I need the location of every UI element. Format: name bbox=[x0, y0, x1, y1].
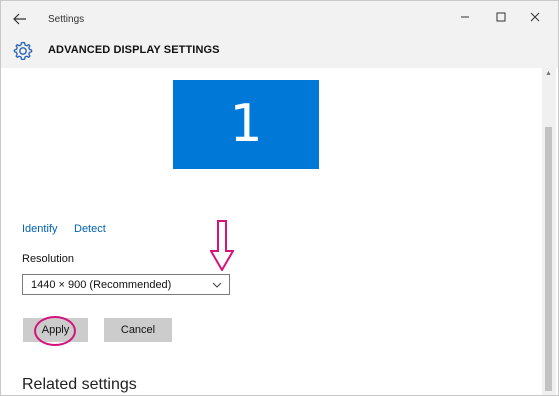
settings-window: Settings ADVANCED DISPLAY SETTINGS ▲ 1 I… bbox=[0, 0, 559, 396]
apply-button[interactable]: Apply bbox=[23, 318, 88, 342]
monitor-preview[interactable]: 1 bbox=[173, 80, 319, 169]
page-header: ADVANCED DISPLAY SETTINGS bbox=[1, 37, 558, 68]
down-arrow-annotation-icon bbox=[209, 220, 235, 272]
cancel-button[interactable]: Cancel bbox=[104, 318, 172, 342]
detect-link[interactable]: Detect bbox=[74, 223, 106, 235]
page-title: ADVANCED DISPLAY SETTINGS bbox=[48, 44, 220, 56]
close-button[interactable] bbox=[527, 11, 543, 27]
chevron-down-icon bbox=[211, 278, 223, 290]
scrollbar-thumb[interactable] bbox=[545, 127, 552, 391]
minimize-button[interactable] bbox=[457, 11, 473, 27]
resolution-label: Resolution bbox=[22, 253, 74, 265]
back-arrow-icon[interactable] bbox=[10, 9, 30, 29]
resolution-dropdown[interactable]: 1440 × 900 (Recommended) bbox=[22, 274, 230, 295]
resolution-value: 1440 × 900 (Recommended) bbox=[31, 279, 172, 291]
related-settings-heading: Related settings bbox=[22, 376, 137, 393]
window-title: Settings bbox=[48, 14, 85, 25]
scroll-up-icon[interactable]: ▲ bbox=[545, 70, 552, 77]
maximize-button[interactable] bbox=[493, 11, 509, 27]
title-bar: Settings bbox=[1, 1, 558, 37]
identify-link[interactable]: Identify bbox=[22, 223, 57, 235]
gear-icon bbox=[12, 40, 34, 62]
